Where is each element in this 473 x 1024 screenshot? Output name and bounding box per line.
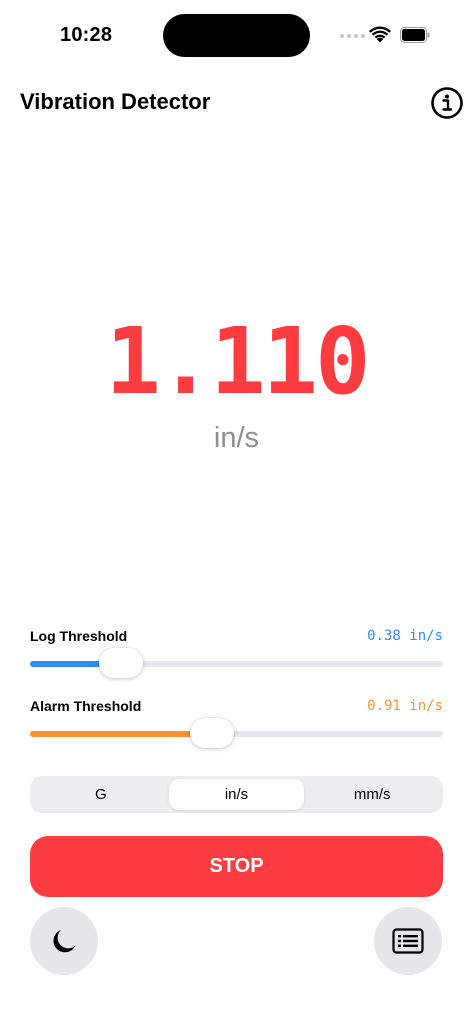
segment-g[interactable]: G [33, 779, 169, 810]
dynamic-island [163, 14, 310, 57]
page-title: Vibration Detector [20, 89, 211, 114]
status-time: 10:28 [60, 24, 113, 46]
wifi-icon [369, 26, 391, 43]
log-threshold-value: 0.38 in/s [367, 628, 443, 644]
moon-icon [53, 930, 76, 953]
log-threshold-slider[interactable] [30, 648, 443, 678]
reading-unit: in/s [213, 422, 260, 454]
log-threshold-label: Log Threshold [30, 628, 128, 644]
alarm-threshold-value: 0.91 in/s [367, 698, 443, 714]
segment-in-s[interactable]: in/s [168, 779, 305, 810]
cellular-signal-icon [340, 34, 365, 38]
segment-mm-s[interactable]: mm/s [304, 779, 440, 810]
alarm-threshold-fill [30, 731, 212, 737]
stop-button[interactable]: STOP [30, 836, 443, 897]
alarm-threshold-slider[interactable] [30, 718, 443, 748]
alarm-threshold-label: Alarm Threshold [30, 698, 142, 714]
vibration-reading: 1.110 [105, 308, 371, 415]
dark-mode-button[interactable] [30, 907, 98, 975]
info-icon[interactable] [430, 86, 464, 120]
alarm-threshold-thumb[interactable] [189, 718, 234, 748]
battery-icon [400, 27, 430, 43]
list-icon [392, 928, 424, 954]
log-list-button[interactable] [374, 907, 442, 975]
unit-segmented-control: G in/s mm/s [30, 776, 443, 813]
log-threshold-thumb[interactable] [98, 648, 143, 678]
